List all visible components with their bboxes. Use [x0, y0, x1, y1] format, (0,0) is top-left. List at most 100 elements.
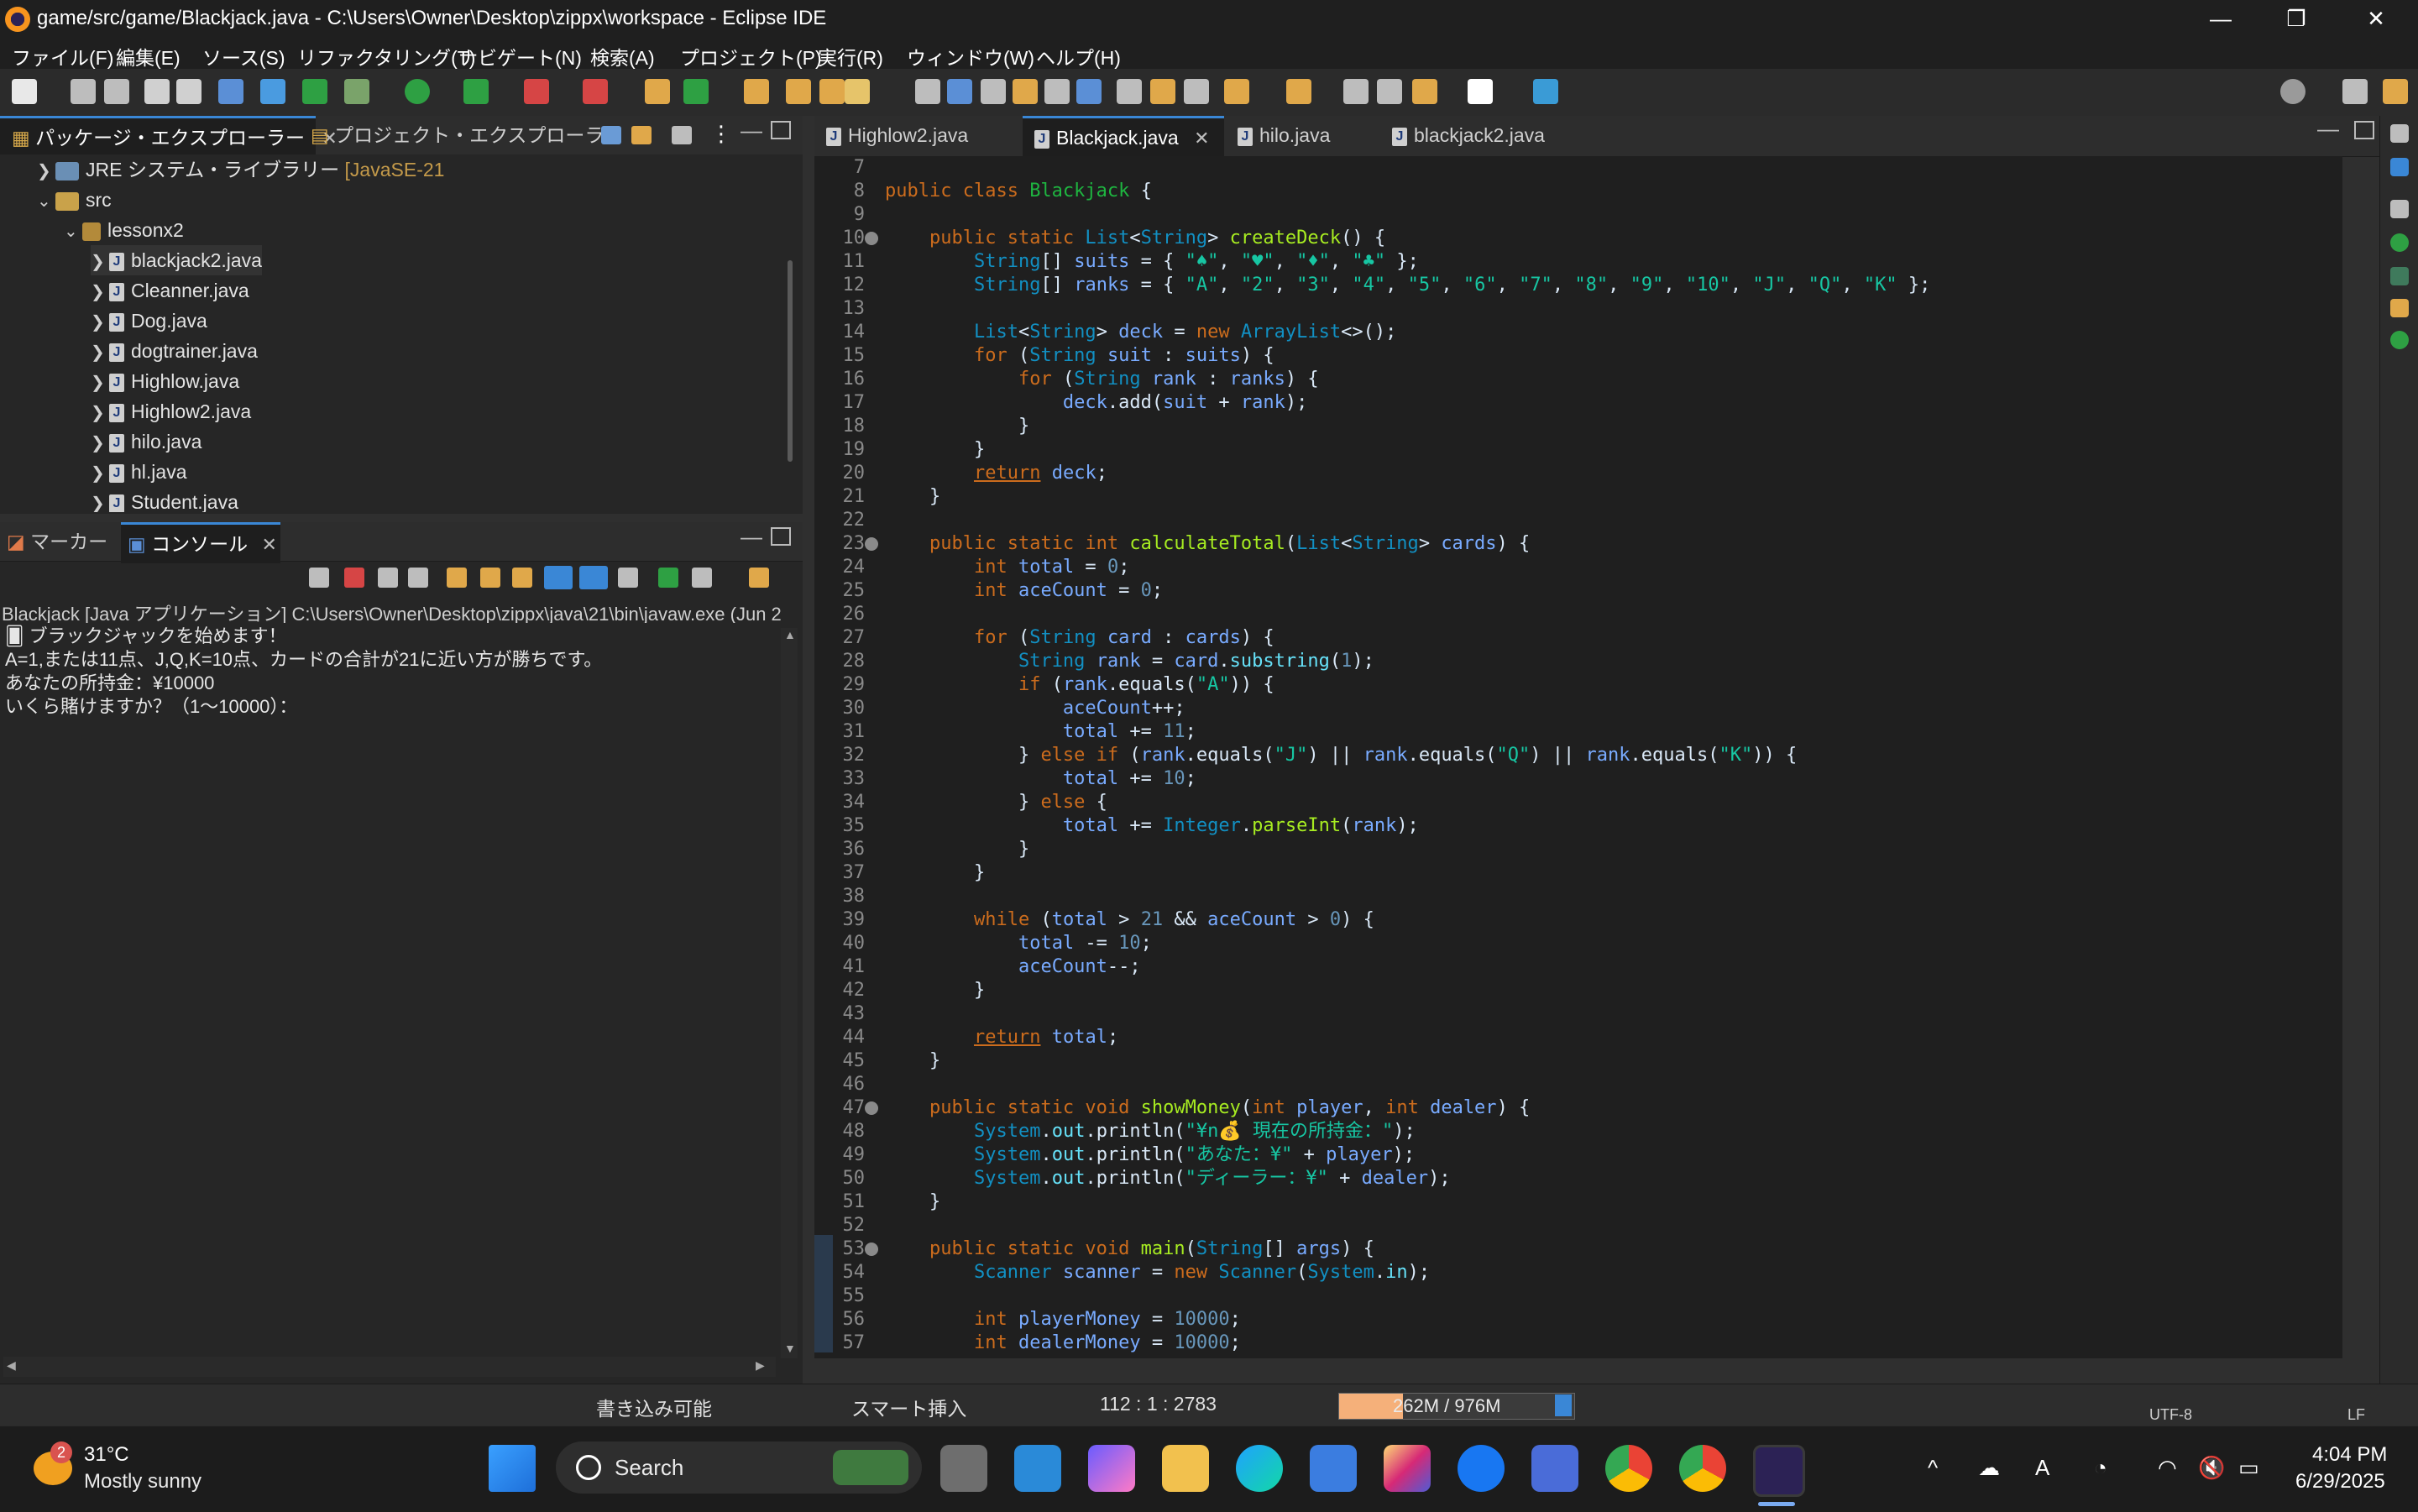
clock-time[interactable]: 4:04 PM [2312, 1443, 2387, 1467]
restore-icon[interactable] [2390, 124, 2409, 143]
insert-mode-status[interactable]: スマート挿入 [851, 1393, 966, 1421]
tab-markers[interactable]: ◪ マーカー [7, 522, 114, 561]
tree-item-file[interactable]: ❯ J Highlow2.java [91, 396, 251, 426]
weather-desc[interactable]: Mostly sunny [84, 1470, 202, 1494]
start-icon[interactable] [489, 1445, 536, 1492]
show-stderr-icon[interactable] [579, 566, 608, 589]
chrome-profile-icon[interactable] [1679, 1445, 1726, 1492]
remove-launch-icon[interactable] [378, 568, 398, 588]
collapse-all-icon[interactable] [601, 126, 621, 144]
open-file-icon[interactable] [819, 79, 845, 104]
forward-arrow-icon[interactable] [1468, 79, 1493, 104]
pin-console-icon[interactable] [618, 568, 638, 588]
clock-date[interactable]: 6/29/2025 [2295, 1470, 2385, 1494]
redo-icon[interactable] [176, 79, 202, 104]
open-type-icon[interactable] [744, 79, 769, 104]
next-annotation-icon[interactable] [1117, 79, 1142, 104]
undo-icon[interactable] [144, 79, 170, 104]
chevron-right-icon[interactable]: ❯ [91, 247, 109, 277]
word-wrap-icon[interactable] [512, 568, 532, 588]
open-console-icon[interactable] [692, 568, 712, 588]
chevron-right-icon[interactable]: ❯ [91, 337, 109, 368]
stop-icon[interactable] [524, 79, 549, 104]
forward-history-icon[interactable] [1377, 79, 1402, 104]
tab-project-explorer[interactable]: ▤ プロジェクト・エクスプローラー [311, 116, 623, 154]
refresh-icon[interactable] [683, 79, 709, 104]
tree-item-file[interactable]: ❯ Jblackjack2.java [91, 245, 262, 275]
weather-temp[interactable]: 31°C [84, 1443, 129, 1467]
run-icon[interactable] [405, 79, 430, 104]
back-arrow-icon[interactable] [1412, 79, 1437, 104]
encoding-status[interactable]: UTF-8 [2149, 1406, 2192, 1424]
run-coverage-icon[interactable] [463, 79, 489, 104]
teams-icon[interactable] [1531, 1445, 1578, 1492]
new-java-project-icon[interactable] [645, 79, 670, 104]
new-console-icon[interactable] [749, 568, 769, 588]
close-icon[interactable]: ✕ [1194, 128, 1209, 149]
file-explorer-icon[interactable] [1162, 1445, 1209, 1492]
show-stdout-icon[interactable] [544, 566, 573, 589]
block-select-icon[interactable] [1013, 79, 1038, 104]
copilot-icon[interactable] [1088, 1445, 1135, 1492]
ime-icon[interactable]: A [2035, 1455, 2049, 1481]
chevron-down-icon[interactable]: ⌄ [64, 217, 82, 247]
fold-icon[interactable] [865, 232, 878, 245]
tree-item-file[interactable]: ❯ J Student.java [91, 487, 238, 512]
display-console-icon[interactable] [658, 568, 678, 588]
minimize-icon[interactable]: — [741, 524, 762, 550]
edge-icon[interactable] [1236, 1445, 1283, 1492]
debug-icon[interactable] [344, 79, 369, 104]
outline-icon[interactable] [2390, 158, 2409, 176]
menu-refactor[interactable]: リファクタリング(T) [297, 42, 475, 71]
tree-item-file[interactable]: ❯ J Cleanner.java [91, 275, 249, 306]
view-menu-icon[interactable]: ⋮ [710, 121, 732, 147]
garbage-collect-icon[interactable] [1555, 1394, 1572, 1416]
tree-item-file[interactable]: ❯ J Dog.java [91, 306, 207, 336]
scroll-left-icon[interactable]: ◀ [7, 1358, 16, 1373]
eclipse-icon[interactable] [1753, 1445, 1805, 1497]
fold-icon[interactable] [865, 1243, 878, 1256]
chevron-right-icon[interactable]: ❯ [91, 428, 109, 458]
save-icon[interactable] [71, 79, 96, 104]
servers-icon[interactable] [2390, 299, 2409, 317]
power-icon[interactable] [302, 79, 327, 104]
focus-session-icon[interactable]: ◔ [2094, 1455, 2107, 1481]
focus-icon[interactable] [672, 126, 692, 144]
chevron-right-icon[interactable]: ❯ [91, 458, 109, 489]
maximize-icon[interactable] [771, 527, 791, 546]
explorer-scrollbar[interactable] [788, 260, 793, 462]
new-icon[interactable] [12, 79, 37, 104]
search-icon[interactable] [2280, 79, 2305, 104]
maximize-icon[interactable] [2354, 121, 2374, 139]
instagram-icon[interactable] [1384, 1445, 1431, 1492]
back-history-icon[interactable] [1343, 79, 1369, 104]
external-window-icon[interactable] [1533, 79, 1558, 104]
console-horizontal-scrollbar[interactable]: ◀ ▶ [3, 1357, 776, 1377]
line-ending-status[interactable]: LF [2347, 1406, 2365, 1424]
pin-icon[interactable] [1224, 79, 1249, 104]
link-with-editor-icon[interactable] [631, 126, 652, 144]
scroll-up-icon[interactable]: ▲ [784, 628, 796, 641]
minimize-button[interactable]: — [2183, 0, 2258, 39]
pilcrow-icon[interactable] [1076, 79, 1102, 104]
menu-file[interactable]: ファイル(F) [12, 42, 113, 71]
chevron-right-icon[interactable]: ❯ [91, 307, 109, 337]
wifi-icon[interactable]: ◠ [2158, 1455, 2177, 1481]
external-tools-icon[interactable] [583, 79, 608, 104]
fold-icon[interactable] [865, 537, 878, 551]
open-folder-icon[interactable] [786, 79, 811, 104]
heap-status[interactable]: 262M / 976M [1338, 1393, 1575, 1420]
clear-console-icon[interactable] [447, 568, 467, 588]
remove-all-icon[interactable] [408, 568, 428, 588]
code-editor[interactable]: 7 8 public class Blackjack { 9 10 public… [814, 156, 2342, 1358]
run-icon[interactable] [2390, 233, 2409, 252]
tree-item-file[interactable]: ❯ Jdogtrainer.java [91, 336, 258, 366]
scroll-lock-icon[interactable] [480, 568, 500, 588]
store-icon[interactable] [1310, 1445, 1357, 1492]
debug-icon[interactable] [2390, 267, 2409, 285]
save-all-icon[interactable] [104, 79, 129, 104]
terminate-icon[interactable] [344, 568, 364, 588]
menu-source[interactable]: ソース(S) [202, 42, 285, 71]
editor-tab[interactable]: Jblackjack2.java [1392, 116, 1585, 154]
chevron-right-icon[interactable]: ❯ [37, 156, 55, 186]
